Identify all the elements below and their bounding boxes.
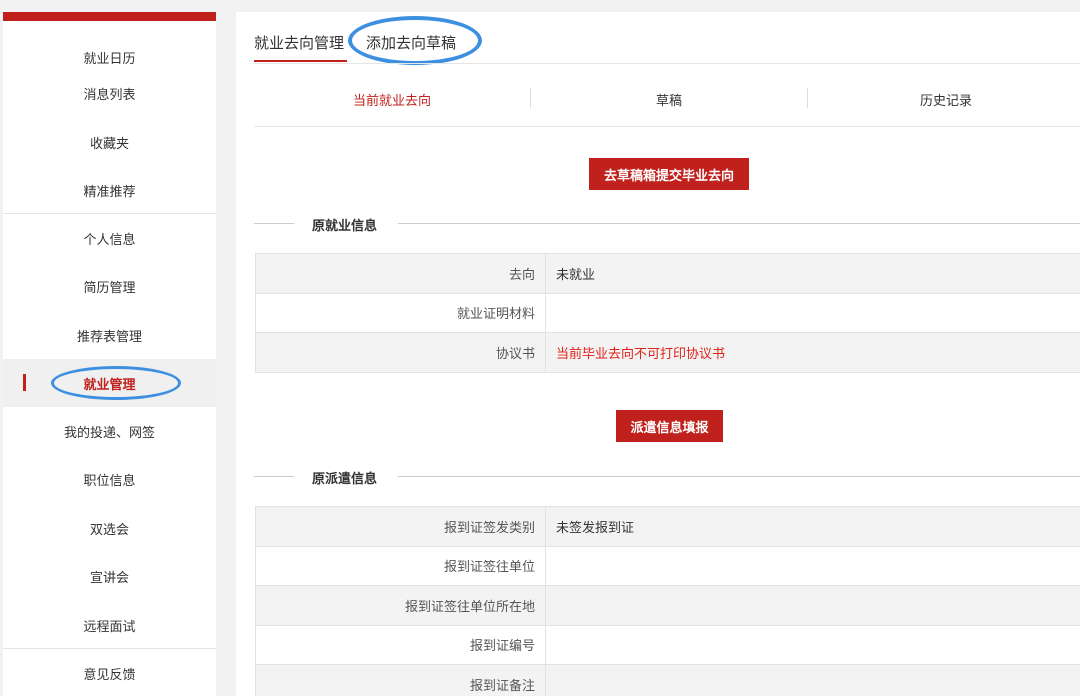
section-title-dispatch: 原派遣信息 (312, 472, 378, 487)
sidebar-item-label: 职位信息 (83, 473, 136, 489)
sidebar-item-label: 就业日历 (83, 51, 136, 67)
sidebar-item-presentation[interactable]: 宣讲会 (3, 552, 216, 600)
sidebar-item-label: 消息列表 (83, 87, 136, 103)
sidebar-item-remote-interview[interactable]: 远程面试 (3, 601, 216, 649)
row-label: 就业证明材料 (256, 293, 546, 332)
row-label: 报到证编号 (256, 625, 546, 664)
sidebar-item-resume-management[interactable]: 简历管理 (3, 262, 216, 310)
dispatch-info-table: 报到证签发类别 未签发报到证 报到证签往单位 报到证签往单位所在地 报到证编号 … (255, 506, 1080, 696)
subtabs-divider (254, 126, 1080, 127)
row-value (546, 586, 1080, 625)
table-row: 报到证签往单位所在地 (256, 586, 1080, 626)
dispatch-fill-button[interactable]: 派遣信息填报 (616, 410, 723, 442)
subtab-draft[interactable]: 草稿 (531, 90, 807, 109)
table-row: 就业证明材料 (256, 293, 1080, 333)
row-value (546, 547, 1080, 586)
row-value (546, 294, 1080, 333)
agreement-warning: 当前毕业去向不可打印协议书 (546, 333, 1080, 372)
sidebar-item-label: 推荐表管理 (76, 329, 142, 345)
sidebar: 就业日历 消息列表 收藏夹 精准推荐 个人信息 简历管理 推荐表管理 就业管理 … (3, 12, 216, 696)
row-label: 报到证备注 (256, 665, 546, 696)
sidebar-item-label: 意见反馈 (83, 667, 136, 683)
submit-draft-button[interactable]: 去草稿箱提交毕业去向 (589, 158, 749, 190)
highlight-circle (348, 16, 482, 65)
section-line (398, 476, 1080, 477)
table-row: 报到证备注 (256, 665, 1080, 696)
table-row: 报到证签往单位 (256, 546, 1080, 586)
main-panel: 就业去向管理 添加去向草稿 当前就业去向 草稿 历史记录 去草稿箱提交毕业去向 … (236, 12, 1080, 696)
section-line (398, 223, 1080, 224)
subtab-history[interactable]: 历史记录 (808, 90, 1080, 109)
sidebar-item-label: 双选会 (89, 522, 129, 538)
highlight-circle (51, 366, 181, 400)
sidebar-item-message-list[interactable]: 消息列表 (3, 69, 216, 117)
sidebar-item-label: 简历管理 (83, 280, 136, 296)
sidebar-item-feedback[interactable]: 意见反馈 (3, 649, 216, 696)
row-value (546, 665, 1080, 696)
row-label: 协议书 (256, 333, 546, 372)
row-label: 报到证签往单位所在地 (256, 586, 546, 625)
row-value: 未签发报到证 (546, 507, 1080, 546)
section-line (254, 223, 294, 224)
sidebar-item-employment-management[interactable]: 就业管理 (3, 359, 216, 407)
subtab-current-destination[interactable]: 当前就业去向 (254, 90, 530, 109)
row-value: 未就业 (546, 254, 1080, 293)
sidebar-item-my-applications[interactable]: 我的投递、网签 (3, 407, 216, 455)
table-row: 报到证编号 (256, 625, 1080, 665)
sidebar-item-label: 个人信息 (83, 232, 136, 248)
sidebar-item-job-fair[interactable]: 双选会 (3, 504, 216, 552)
row-label: 报到证签往单位 (256, 546, 546, 585)
employment-info-table: 去向 未就业 就业证明材料 协议书 当前毕业去向不可打印协议书 (255, 253, 1080, 373)
sidebar-item-label: 宣讲会 (89, 570, 129, 586)
sidebar-item-label: 远程面试 (83, 619, 136, 635)
sidebar-item-label: 我的投递、网签 (63, 425, 155, 441)
section-title-employment: 原就业信息 (312, 219, 378, 234)
active-tab-underline (254, 60, 347, 62)
sidebar-item-precise-recommend[interactable]: 精准推荐 (3, 166, 216, 214)
table-row: 报到证签发类别 未签发报到证 (256, 507, 1080, 547)
sidebar-item-recommendation-form[interactable]: 推荐表管理 (3, 311, 216, 359)
sidebar-item-label: 精准推荐 (83, 184, 136, 200)
sidebar-item-job-info[interactable]: 职位信息 (3, 455, 216, 503)
sidebar-top-accent (3, 12, 216, 21)
tab-employment-management[interactable]: 就业去向管理 (254, 32, 344, 53)
row-label: 报到证签发类别 (256, 507, 546, 546)
table-row: 去向 未就业 (256, 254, 1080, 294)
active-indicator (23, 374, 26, 391)
sidebar-item-personal-info[interactable]: 个人信息 (3, 214, 216, 262)
table-row: 协议书 当前毕业去向不可打印协议书 (256, 333, 1080, 373)
row-label: 去向 (256, 254, 546, 293)
sidebar-item-label: 收藏夹 (89, 136, 129, 152)
sidebar-item-favorites[interactable]: 收藏夹 (3, 118, 216, 166)
tabs-divider (254, 63, 1080, 64)
row-value (546, 626, 1080, 665)
section-line (254, 476, 294, 477)
